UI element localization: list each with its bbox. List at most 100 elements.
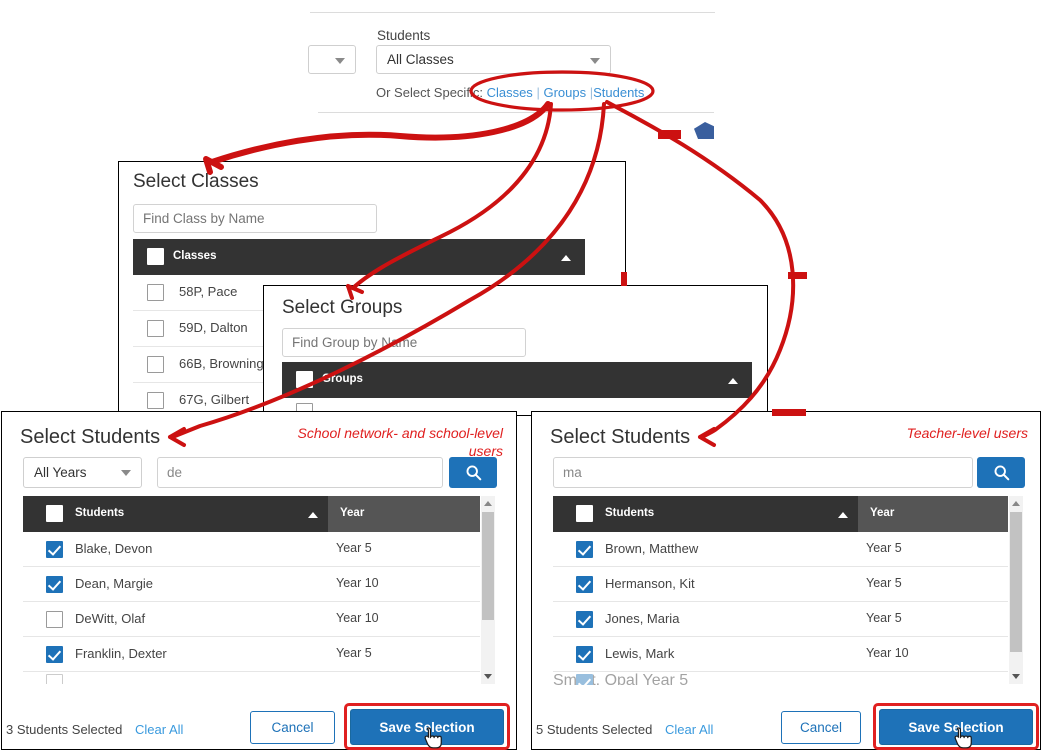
row-checkbox[interactable] [576,541,593,558]
table-row[interactable]: Brown, Matthew Year 5 [553,532,1008,567]
scroll-up-icon[interactable] [1012,501,1020,506]
select-classes-title: Select Classes [133,171,259,192]
student-name: Franklin, Dexter [75,646,167,661]
students-scroll-thumb-right[interactable] [1010,512,1022,652]
year-table-header-left: Year [328,496,480,532]
student-year: Year 10 [866,646,909,660]
select-all-students-checkbox[interactable] [46,505,63,522]
table-row-partial[interactable] [23,672,480,684]
student-year: Year 10 [336,576,379,590]
select-students-title-left: Select Students [20,426,161,448]
students-scroll-thumb-left[interactable] [482,512,494,620]
annotation-red-mark-1 [788,272,807,279]
selection-status-right: 5 Students Selected [536,722,653,737]
table-row[interactable]: DeWitt, Olaf Year 10 [23,602,480,637]
student-name: DeWitt, Olaf [75,611,146,626]
table-row-partial[interactable]: Smart, Opal Year 5 [553,672,1008,685]
link-students[interactable]: Students [593,85,644,100]
chevron-down-icon [590,58,600,64]
divider-top [310,12,715,13]
search-button-left[interactable] [449,457,497,488]
sort-asc-icon[interactable] [838,512,848,518]
left-partial-dropdown[interactable] [308,45,356,74]
row-checkbox[interactable] [147,284,164,301]
chevron-down-icon [121,470,131,476]
students-scrollbar-right[interactable] [1009,496,1023,684]
select-groups-title: Select Groups [282,297,403,318]
row-checkbox[interactable] [576,674,593,685]
student-search-input-right[interactable] [553,457,973,488]
note-school-users: School network- and school-level users [297,425,503,459]
select-students-dialog-left: Select Students School network- and scho… [1,411,517,750]
table-row[interactable]: Jones, Maria Year 5 [553,602,1008,637]
student-search-input-left[interactable] [157,457,443,488]
table-row[interactable]: Blake, Devon Year 5 [23,532,480,567]
pointer-cursor-icon-left [424,727,442,749]
divider-bottom [318,112,714,113]
student-name: Jones, Maria [605,611,680,626]
year-filter-dropdown[interactable]: All Years [23,457,142,488]
students-column-header: Students [605,507,655,519]
row-checkbox[interactable] [576,646,593,663]
row-checkbox[interactable] [46,646,63,663]
row-checkbox[interactable] [147,356,164,373]
link-groups[interactable]: Groups [543,85,586,100]
class-name: 67G, Gilbert [179,392,250,407]
row-checkbox[interactable] [147,320,164,337]
select-all-groups-checkbox[interactable] [296,371,313,388]
select-all-students-checkbox[interactable] [576,505,593,522]
students-scrollbar-left[interactable] [481,496,495,684]
scroll-up-icon[interactable] [484,501,492,506]
selection-status-left: 3 Students Selected [6,722,123,737]
student-year: Year 10 [336,611,379,625]
class-name: 66B, Browning [179,356,264,371]
find-class-input[interactable] [133,204,377,233]
students-column-header: Students [75,507,125,519]
student-name: Brown, Matthew [605,541,699,556]
search-button-right[interactable] [977,457,1025,488]
table-row[interactable]: Franklin, Dexter Year 5 [23,637,480,672]
table-row[interactable]: Hermanson, Kit Year 5 [553,567,1008,602]
cancel-button-right[interactable]: Cancel [781,711,861,744]
year-table-header-right: Year [858,496,1008,532]
student-year: Year 5 [336,646,372,660]
class-select-dropdown[interactable]: All Classes [376,45,611,74]
row-checkbox[interactable] [576,611,593,628]
search-icon [994,465,1009,481]
student-year: Year 5 [866,576,902,590]
student-name: Dean, Margie [75,576,154,591]
student-name: Smart, Opal [553,672,639,685]
year-column-header: Year [340,507,365,519]
row-checkbox[interactable] [576,576,593,593]
student-name: Hermanson, Kit [605,576,695,591]
year-column-header: Year [870,507,895,519]
sort-asc-icon[interactable] [308,512,318,518]
chevron-down-icon [335,58,345,64]
scroll-down-icon[interactable] [484,674,492,679]
table-row[interactable]: Lewis, Mark Year 10 [553,637,1008,672]
cancel-button-left[interactable]: Cancel [250,711,335,744]
row-checkbox[interactable] [46,576,63,593]
search-icon [466,465,481,481]
clear-all-link-left[interactable]: Clear All [135,722,183,737]
student-name: Blake, Devon [75,541,153,556]
table-row[interactable]: Dean, Margie Year 10 [23,567,480,602]
class-name: 58P, Pace [179,284,238,299]
annotation-red-bar-1 [658,130,681,139]
row-checkbox[interactable] [46,611,63,628]
sort-asc-icon[interactable] [561,255,571,261]
row-checkbox[interactable] [147,392,164,409]
scroll-down-icon[interactable] [1012,674,1020,679]
clear-all-link-right[interactable]: Clear All [665,722,713,737]
partial-blue-icon [694,122,714,139]
student-year: Year 5 [866,611,902,625]
select-students-dialog-right: Select Students Teacher-level users Stud… [531,411,1041,750]
sort-asc-icon[interactable] [728,378,738,384]
select-all-classes-checkbox[interactable] [147,248,164,265]
find-group-input[interactable] [282,328,526,357]
row-checkbox[interactable] [46,674,63,684]
year-filter-value: All Years [34,465,87,480]
link-classes[interactable]: Classes [487,85,533,100]
or-select-specific-row: Or Select Specific: Classes | Groups |St… [376,85,644,100]
row-checkbox[interactable] [46,541,63,558]
